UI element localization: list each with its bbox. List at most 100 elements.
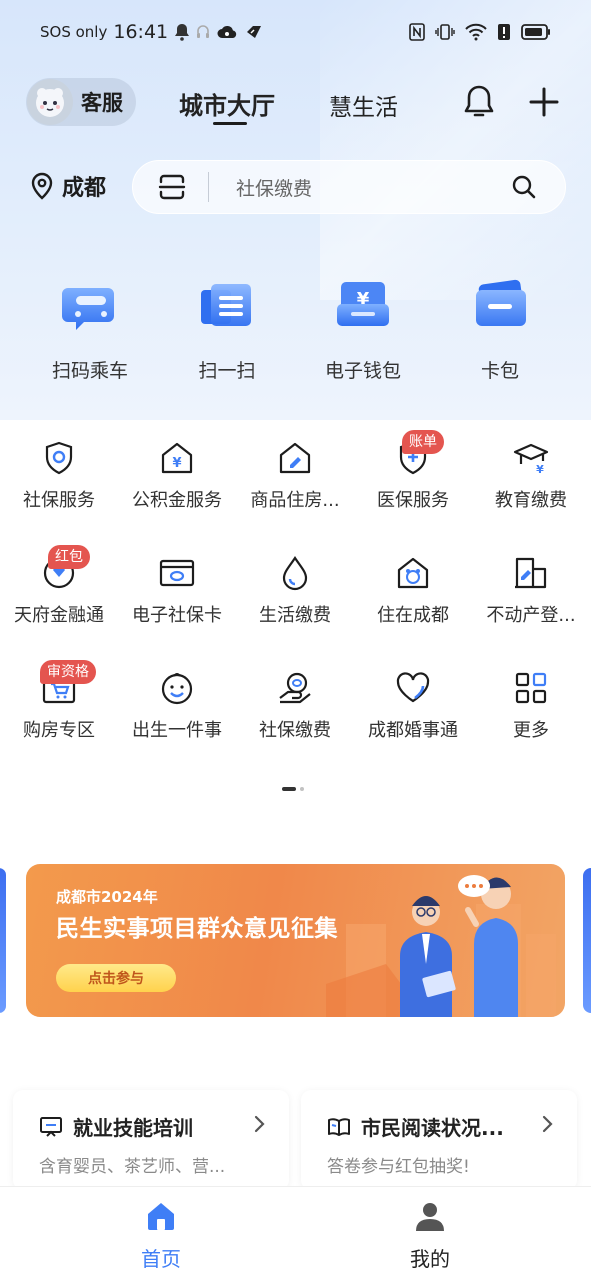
wifi-icon [465,23,487,41]
service-tianfu-finance[interactable]: 天府金融通 红包 [0,545,118,645]
service-live-in-chengdu[interactable]: 住在成都 [354,545,472,645]
tab-city-hall[interactable]: 城市大厅 [179,86,275,121]
service-label: 住在成都 [377,605,449,626]
house-edit-icon [279,442,311,474]
battery-icon [521,24,550,40]
service-label: 公积金服务 [132,490,222,511]
chevron-right-icon [254,1115,265,1133]
quick-action-label: 扫一扫 [198,360,256,382]
card-skills-training[interactable]: 就业技能培训 含育婴员、茶艺师、营... [13,1090,289,1190]
location-selector[interactable]: 成都 [30,170,106,202]
service-label: 更多 [513,720,549,741]
grid-more-icon [515,672,547,704]
search-icon[interactable] [511,174,537,200]
quick-action-bus-code[interactable]: 扫码乘车 [25,268,155,383]
service-label: 医保服务 [377,490,449,511]
service-label: 社保缴费 [259,720,331,741]
service-label: 天府金融通 [14,605,104,626]
service-social-security[interactable]: 社保服务 [0,430,118,530]
quick-action-wallet[interactable]: ¥ 电子钱包 [298,268,428,383]
service-education-payment[interactable]: ¥ 教育缴费 [472,430,590,530]
service-house-purchase[interactable]: 购房专区 审资格 [0,660,118,760]
active-tab-indicator [213,122,247,125]
page-indicator [282,787,304,791]
banner-title: 民生实事项目群众意见征集 [56,916,338,942]
bottom-navigation: 首页 我的 [0,1186,591,1280]
card-holder-icon [476,279,526,326]
user-icon [416,1203,444,1231]
notification-bell-icon [175,24,190,41]
search-bar[interactable]: 社保缴费 [132,160,566,214]
svg-text:¥: ¥ [172,456,181,471]
location-pin-icon [31,172,53,200]
card-title: 市民阅读状况... [361,1116,504,1140]
bell-icon[interactable] [462,84,496,120]
quick-action-label: 电子钱包 [324,360,401,382]
scan-icon[interactable] [158,173,186,201]
card-subtitle: 答卷参与红包抽奖! [327,1157,470,1177]
city-name: 成都 [62,176,107,201]
service-more[interactable]: 更多 [472,660,590,760]
customer-service-button[interactable]: 客服 [26,78,136,126]
headset-icon [197,25,210,38]
shield-icon [45,441,73,475]
banner-peek-previous[interactable] [0,868,6,1013]
service-e-social-card[interactable]: 电子社保卡 [118,545,236,645]
card-reading-survey[interactable]: 市民阅读状况... 答卷参与红包抽奖! [301,1090,577,1190]
plus-icon[interactable] [528,86,560,118]
nav-mine[interactable]: 我的 [370,1199,490,1272]
wallet-icon: ¥ [337,282,389,326]
banner-illustration [326,875,556,1017]
building-edit-icon [515,557,547,589]
banner-subtitle: 成都市2024年 [56,888,158,906]
scan-card-icon [201,284,251,326]
red-packet-badge: 红包 [48,545,90,569]
card-subtitle: 含育婴员、茶艺师、营... [39,1157,226,1177]
service-medical-insurance[interactable]: 医保服务 账单 [354,430,472,530]
service-real-estate[interactable]: 不动产登... [472,545,590,645]
vibrate-icon [435,24,455,40]
bill-badge: 账单 [402,430,444,454]
quick-action-card-holder[interactable]: 卡包 [435,268,565,383]
service-housing-fund[interactable]: ¥ 公积金服务 [118,430,236,530]
quick-action-scan[interactable]: 扫一扫 [162,268,292,383]
banner-participate-button[interactable]: 点击参与 [56,964,176,992]
water-drop-icon [282,556,308,591]
assistant-avatar [27,79,73,125]
promo-banner[interactable]: 成都市2024年 民生实事项目群众意见征集 点击参与 [26,864,565,1017]
baby-face-icon [161,673,193,705]
bus-code-icon [62,288,114,330]
service-commercial-housing[interactable]: 商品住房... [236,430,354,530]
tag-icon [247,26,262,38]
panda-house-icon [397,557,429,589]
nfc-icon [409,23,425,41]
graduation-cap-icon: ¥ [513,443,549,476]
service-label: 商品住房... [250,490,340,511]
open-book-icon [328,1117,350,1136]
service-label: 教育缴费 [495,490,567,511]
service-label: 生活缴费 [259,605,331,626]
service-label: 电子社保卡 [132,605,222,626]
card-title: 就业技能培训 [73,1116,193,1140]
service-label: 社保服务 [23,490,95,511]
quick-actions: 扫码乘车 扫一扫 ¥ 电子钱包 卡包 [0,268,591,398]
service-wedding[interactable]: 成都婚事通 [354,660,472,760]
service-label: 出生一件事 [132,720,222,741]
service-social-payment[interactable]: 社保缴费 [236,660,354,760]
carrier-text: SOS only [40,23,108,41]
nav-label: 首页 [141,1247,181,1271]
service-label: 成都婚事通 [368,720,458,741]
cloud-icon [217,26,237,38]
nav-label: 我的 [410,1247,450,1271]
hand-coin-icon [279,672,311,704]
nav-home[interactable]: 首页 [101,1199,221,1272]
tab-smart-life[interactable]: 慧生活 [329,88,398,122]
search-input[interactable]: 社保缴费 [236,174,511,201]
service-label: 购房专区 [23,720,95,741]
training-board-icon [40,1116,62,1137]
social-card-icon [159,559,195,587]
status-bar: SOS only 16:41 [0,14,591,50]
banner-peek-next[interactable] [583,868,591,1013]
service-utility-payment[interactable]: 生活缴费 [236,545,354,645]
service-birth-matters[interactable]: 出生一件事 [118,660,236,760]
